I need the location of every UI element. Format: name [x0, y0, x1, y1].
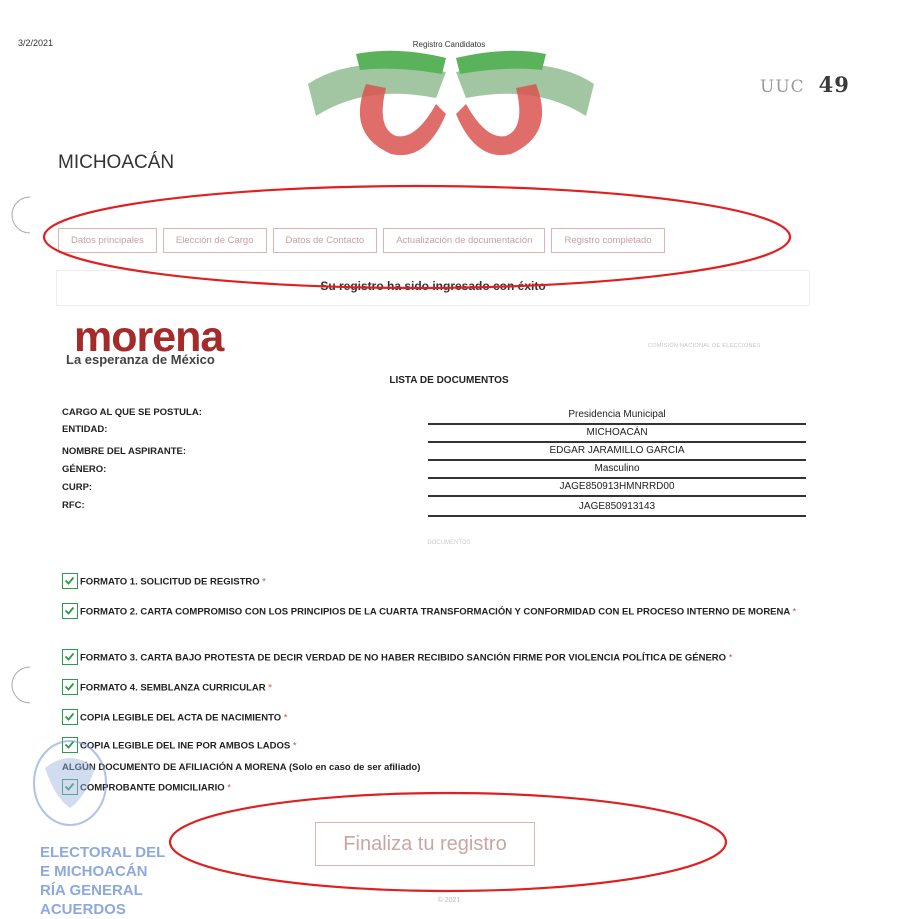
annotation-ellipse-tabs — [42, 184, 792, 290]
annotation-ellipse-finalize — [168, 791, 728, 893]
annotation-overlay — [42, 184, 792, 893]
